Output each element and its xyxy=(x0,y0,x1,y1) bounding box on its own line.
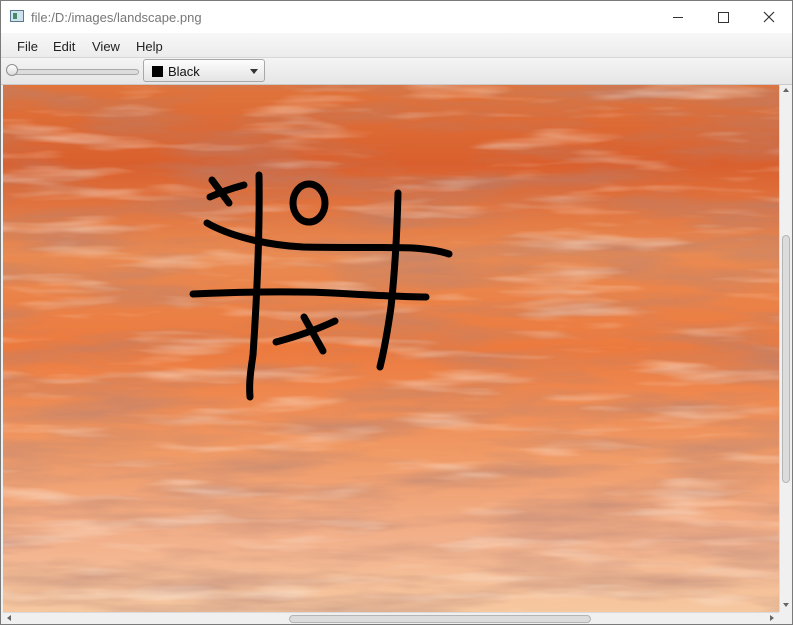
scroll-up-icon[interactable] xyxy=(783,88,789,92)
chevron-down-icon xyxy=(250,69,258,74)
brush-size-slider[interactable] xyxy=(9,69,139,75)
horizontal-scrollbar[interactable] xyxy=(3,612,779,624)
horizontal-scroll-thumb[interactable] xyxy=(289,615,591,623)
menu-file[interactable]: File xyxy=(17,39,38,54)
scroll-down-icon[interactable] xyxy=(783,603,789,607)
menu-view[interactable]: View xyxy=(92,39,120,54)
menu-bar: File Edit View Help xyxy=(1,33,792,58)
brush-size-slider-thumb[interactable] xyxy=(6,64,18,76)
close-button[interactable] xyxy=(746,1,792,33)
scroll-left-icon[interactable] xyxy=(7,615,11,621)
close-icon xyxy=(763,11,775,23)
color-select[interactable]: Black xyxy=(143,59,265,82)
scroll-right-icon[interactable] xyxy=(770,615,774,621)
vertical-scroll-thumb[interactable] xyxy=(782,235,790,483)
window-title: file:/D:/images/landscape.png xyxy=(31,10,202,25)
menu-help[interactable]: Help xyxy=(136,39,163,54)
color-swatch xyxy=(152,66,163,77)
drawing-canvas[interactable] xyxy=(3,85,779,612)
title-bar[interactable]: file:/D:/images/landscape.png xyxy=(1,1,792,33)
menu-edit[interactable]: Edit xyxy=(53,39,75,54)
color-select-label: Black xyxy=(168,64,200,79)
scrollbar-corner xyxy=(779,612,792,624)
minimize-button[interactable] xyxy=(655,1,701,33)
maximize-icon xyxy=(717,11,729,23)
app-window: file:/D:/images/landscape.png File Edit … xyxy=(0,0,793,625)
light-cloud-layer xyxy=(3,85,779,612)
canvas-image xyxy=(3,85,779,612)
minimize-icon xyxy=(673,16,683,18)
maximize-button[interactable] xyxy=(700,1,746,33)
tool-bar: Black xyxy=(1,58,792,85)
vertical-scrollbar[interactable] xyxy=(779,85,792,612)
image-app-icon xyxy=(10,10,24,22)
